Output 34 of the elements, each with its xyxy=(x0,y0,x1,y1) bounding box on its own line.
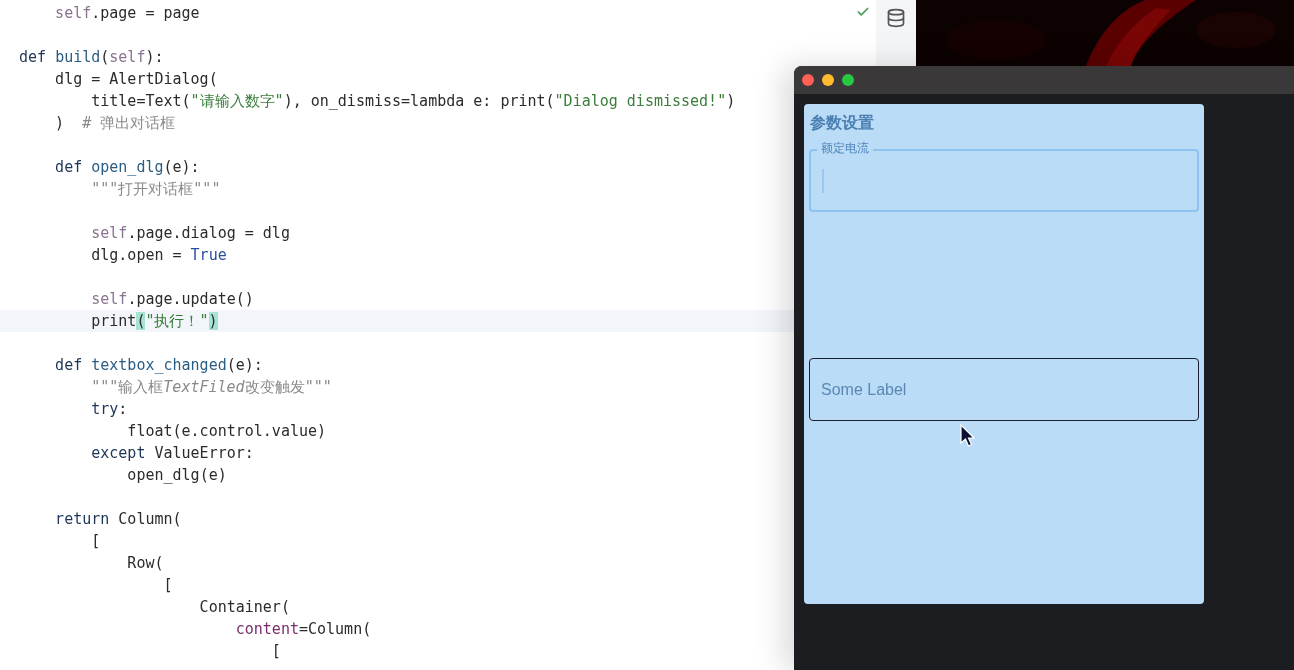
code-line: title=Text("请输入数字"), on_dismiss=lambda e: print("Dialog dismissed!") xyxy=(90,91,736,112)
code-line: """打开对话框""" xyxy=(90,179,221,200)
code-line: self.page.update() xyxy=(90,289,254,310)
code-line: def open_dlg(e): xyxy=(54,157,200,178)
code-line: [ xyxy=(270,641,281,662)
code-line: Container( xyxy=(198,597,290,618)
code-line: self.page.dialog = dlg xyxy=(90,223,290,244)
panel-title: 参数设置 xyxy=(810,113,875,133)
field-label: 额定电流 xyxy=(817,140,873,156)
code-line: open_dlg(e) xyxy=(126,465,227,486)
check-icon xyxy=(856,5,870,19)
code-line: dlg = AlertDialog( xyxy=(54,69,218,90)
code-line: def textbox_changed(e): xyxy=(54,355,263,376)
minimize-button[interactable] xyxy=(822,74,834,86)
code-line: self.page = page xyxy=(54,3,200,24)
code-line: except ValueError: xyxy=(90,443,254,464)
code-line: [ xyxy=(90,531,101,552)
code-line: def build(self): xyxy=(19,47,164,68)
code-line: return Column( xyxy=(54,509,182,530)
maximize-button[interactable] xyxy=(842,74,854,86)
code-line: try: xyxy=(90,399,128,420)
code-line: """输入框TextFiled改变触发""" xyxy=(90,377,332,398)
database-icon[interactable] xyxy=(886,8,906,28)
code-line: [ xyxy=(162,575,173,596)
code-line: float(e.control.value) xyxy=(126,421,327,442)
code-line: dlg.open = True xyxy=(90,245,227,266)
code-line: ) # 弹出对话框 xyxy=(54,113,176,134)
text-field[interactable]: Some Label xyxy=(809,358,1199,421)
mouse-cursor-icon xyxy=(960,424,976,448)
code-line: Row( xyxy=(126,553,164,574)
code-line: content=Column( xyxy=(234,619,372,640)
field-placeholder: Some Label xyxy=(821,379,907,400)
close-button[interactable] xyxy=(802,74,814,86)
code-line: print("执行！") xyxy=(90,311,218,332)
